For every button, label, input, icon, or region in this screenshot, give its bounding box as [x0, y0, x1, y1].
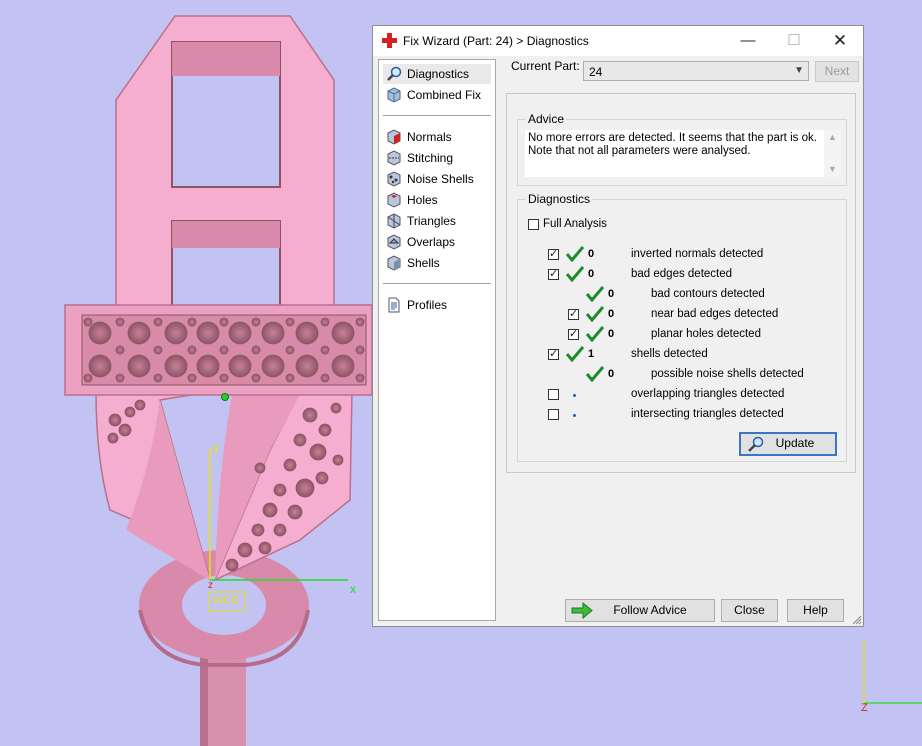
overlapping-triangles-label: overlapping triangles detected [631, 388, 785, 400]
overlaps-icon [387, 234, 401, 250]
nav-item-shells[interactable]: Shells [383, 253, 491, 273]
bad-edges-count: 0 [588, 268, 595, 280]
green-check-icon [586, 286, 604, 302]
diagnostics-group: Diagnostics Full Analysis 0 inverted nor… [517, 192, 847, 462]
advice-line-1: No more errors are detected. It seems th… [528, 132, 817, 144]
minimize-button[interactable]: — [725, 26, 771, 56]
advice-group: Advice No more errors are detected. It s… [517, 112, 847, 186]
advice-scrollbar[interactable]: ▲ ▼ [824, 130, 841, 177]
bad-edges-label: bad edges detected [631, 268, 733, 280]
axis-z-label: z [208, 580, 213, 591]
green-check-icon [566, 266, 584, 282]
inverted-normals-label: inverted normals detected [631, 248, 764, 260]
nav-item-holes[interactable]: Holes [383, 190, 491, 210]
current-part-value: 24 [589, 65, 603, 79]
scroll-down-icon[interactable]: ▼ [828, 164, 837, 174]
scroll-up-icon[interactable]: ▲ [828, 132, 837, 142]
nav-item-diagnostics[interactable]: Diagnostics [383, 64, 491, 84]
bad-contours-count: 0 [608, 288, 615, 300]
advice-group-title: Advice [526, 112, 567, 126]
intersecting-triangles-checkbox[interactable] [548, 409, 559, 420]
shells-count: 1 [588, 348, 595, 360]
advice-line-2: Note that not all parameters were analys… [528, 145, 751, 157]
green-check-icon [566, 346, 584, 362]
nav-item-profiles[interactable]: Profiles [383, 295, 491, 315]
near-bad-edges-checkbox[interactable] [568, 307, 579, 320]
near-bad-edges-label: near bad edges detected [651, 308, 779, 320]
advice-text: No more errors are detected. It seems th… [528, 132, 817, 158]
bad-contours-label: bad contours detected [651, 288, 765, 300]
green-check-icon [586, 306, 604, 322]
update-button[interactable]: Update [739, 432, 837, 456]
nav-separator [383, 115, 491, 116]
diagnostics-group-title: Diagnostics [526, 192, 593, 206]
current-part-label: Current Part: [511, 59, 580, 73]
magnifier-icon [748, 436, 764, 452]
window-title: Fix Wizard (Part: 24) > Diagnostics [403, 34, 589, 48]
cube-icon [387, 87, 401, 103]
nav-item-overlaps[interactable]: Overlaps [383, 232, 491, 252]
document-icon [388, 297, 400, 313]
bad-edges-checkbox[interactable] [548, 267, 559, 280]
wcs-label: WCS [213, 595, 239, 607]
close-button[interactable]: Close [721, 599, 778, 622]
chevron-down-icon: ▼ [794, 65, 804, 76]
title-bar[interactable]: Fix Wizard (Part: 24) > Diagnostics — ☐ … [373, 26, 863, 56]
triangles-icon [387, 213, 401, 229]
noise-shells-label: possible noise shells detected [651, 368, 804, 380]
fix-wizard-dialog: Fix Wizard (Part: 24) > Diagnostics — ☐ … [372, 25, 864, 627]
follow-advice-button[interactable]: Follow Advice [565, 599, 715, 622]
update-label: Update [775, 436, 815, 450]
nav-item-combined-fix[interactable]: Combined Fix [383, 85, 491, 105]
noise-shells-icon [387, 171, 401, 187]
green-check-icon [586, 366, 604, 382]
close-window-button[interactable]: ✕ [817, 26, 863, 56]
planar-holes-count: 0 [608, 328, 615, 340]
overlapping-triangles-checkbox[interactable] [548, 389, 559, 400]
resize-grip-icon[interactable] [852, 615, 862, 625]
follow-advice-label: Follow Advice [613, 603, 687, 617]
nav-item-stitching[interactable]: Stitching [383, 148, 491, 168]
axis-y-label: y [213, 440, 219, 454]
planar-holes-label: planar holes detected [651, 328, 761, 340]
green-arrow-icon [571, 602, 593, 619]
nav-item-noise-shells[interactable]: Noise Shells [383, 169, 491, 189]
diagnostics-page: Advice No more errors are detected. It s… [506, 93, 856, 473]
inverted-normals-count: 0 [588, 248, 595, 260]
pending-dot-icon [573, 394, 576, 397]
red-cross-icon [382, 33, 397, 48]
green-check-icon [586, 326, 604, 342]
magnifier-icon [387, 66, 402, 81]
nav-item-normals[interactable]: Normals [383, 127, 491, 147]
pending-dot-icon [573, 414, 576, 417]
corner-z-label: Z [861, 702, 868, 714]
holes-icon [387, 192, 401, 208]
inverted-normals-checkbox[interactable] [548, 247, 559, 260]
help-button[interactable]: Help [787, 599, 844, 622]
wizard-nav-panel: Diagnostics Combined Fix Normals Stitchi… [378, 59, 496, 621]
nav-separator [383, 283, 491, 284]
maximize-button[interactable]: ☐ [771, 26, 817, 56]
noise-shells-count: 0 [608, 368, 615, 380]
stitching-icon [387, 150, 401, 166]
intersecting-triangles-label: intersecting triangles detected [631, 408, 784, 420]
next-button[interactable]: Next [815, 61, 859, 82]
advice-textbox[interactable]: No more errors are detected. It seems th… [525, 130, 841, 177]
current-part-dropdown[interactable]: 24 ▼ [583, 61, 809, 81]
normals-icon [387, 129, 401, 145]
nav-item-triangles[interactable]: Triangles [383, 211, 491, 231]
shells-icon [387, 255, 401, 271]
axis-x-label: x [350, 582, 356, 596]
green-check-icon [566, 246, 584, 262]
near-bad-edges-count: 0 [608, 308, 615, 320]
full-analysis-checkbox[interactable] [528, 219, 539, 230]
shells-checkbox[interactable] [548, 347, 559, 360]
shells-label: shells detected [631, 348, 708, 360]
planar-holes-checkbox[interactable] [568, 327, 579, 340]
full-analysis-label: Full Analysis [543, 218, 607, 230]
